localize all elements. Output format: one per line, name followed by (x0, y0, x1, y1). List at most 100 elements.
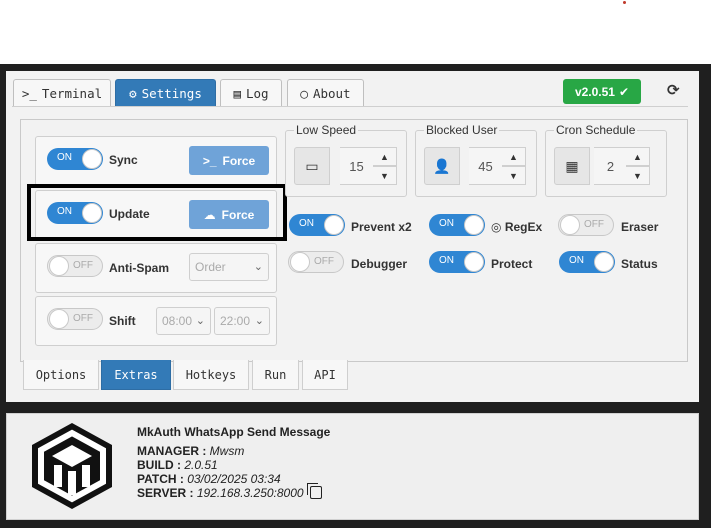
regex-toggle[interactable]: ON (429, 214, 485, 236)
chevron-down-icon: ⌄ (254, 315, 264, 327)
refresh-icon[interactable]: ⟳ (667, 81, 683, 99)
tab-extras[interactable]: Extras (101, 360, 171, 390)
tab-hotkeys[interactable]: Hotkeys (173, 360, 249, 390)
toggle-knob (49, 309, 69, 329)
tab-log[interactable]: ▤ Log (220, 79, 282, 107)
toggle-text: ON (439, 255, 454, 266)
calendar-icon: ▦ (554, 147, 590, 185)
select-value: 22:00 (220, 314, 251, 328)
cron-schedule-value[interactable]: 2 (594, 147, 628, 185)
cron-schedule-up[interactable]: ▲ (626, 147, 650, 166)
toggle-text: OFF (73, 260, 93, 271)
toggle-text: ON (439, 218, 454, 229)
toggle-knob (49, 256, 69, 276)
version-badge[interactable]: v2.0.51 ✔ (563, 79, 641, 104)
comment-icon: ◯ (300, 86, 308, 101)
shift-label: Shift (109, 314, 136, 328)
prevent-x2-toggle[interactable]: ON (289, 214, 345, 236)
server-line: SERVER : 192.168.3.250:8000 (137, 483, 322, 500)
toggle-knob (324, 215, 344, 235)
copy-icon[interactable] (306, 483, 322, 499)
build-line: BUILD : 2.0.51 (137, 458, 218, 472)
server-label: SERVER : (137, 486, 194, 500)
toggle-knob (82, 149, 102, 169)
version-label: v2.0.51 (574, 84, 615, 99)
blocked-user-value[interactable]: 45 (469, 147, 503, 185)
toggle-text: OFF (314, 256, 334, 267)
server-value: 192.168.3.250:8000 (196, 486, 304, 500)
protect-toggle[interactable]: ON (429, 251, 485, 273)
sync-row: ON Sync >_ Force (35, 136, 277, 186)
terminal-icon: >_ (21, 86, 37, 101)
regex-label-text: RegEx (504, 220, 543, 234)
tab-settings[interactable]: ⚙ Settings (115, 79, 216, 107)
toggle-text: ON (299, 218, 314, 229)
eraser-label: Eraser (621, 220, 659, 234)
manager-line: MANAGER : Mwsm (137, 444, 244, 458)
toggle-text: ON (57, 152, 72, 163)
red-dot (623, 1, 626, 4)
sync-label: Sync (109, 153, 138, 167)
status-label: Status (621, 257, 658, 271)
cron-schedule-legend: Cron Schedule (554, 123, 638, 137)
shift-end-select[interactable]: 22:00 ⌄ (214, 307, 270, 335)
chevron-down-icon: ⌄ (195, 315, 205, 327)
mkauth-logo-icon (32, 423, 112, 509)
build-value: 2.0.51 (184, 458, 218, 472)
toggle-text: ON (569, 255, 584, 266)
toggle-knob (464, 252, 484, 272)
tab-label: Terminal (41, 86, 103, 101)
shift-toggle[interactable]: OFF (47, 308, 103, 330)
shift-start-select[interactable]: 08:00 ⌄ (156, 307, 211, 335)
build-label: BUILD : (137, 458, 181, 472)
tab-terminal[interactable]: >_ Terminal (13, 79, 111, 107)
order-select[interactable]: Order ⌄ (189, 253, 269, 281)
toggle-text: OFF (584, 219, 604, 230)
blocked-user-legend: Blocked User (424, 123, 500, 137)
toggle-knob (560, 215, 580, 235)
cogs-icon: ⚙ (129, 86, 137, 101)
tab-about[interactable]: ◯ About (287, 79, 364, 107)
manager-label: MANAGER : (137, 444, 207, 458)
app-title: MkAuth WhatsApp Send Message (137, 425, 331, 439)
highlight-box (27, 184, 287, 241)
prevent-x2-label: Prevent x2 (351, 220, 412, 234)
patch-value: 03/02/2025 03:34 (187, 472, 281, 486)
force-label: Force (222, 153, 256, 168)
protect-label: Protect (491, 257, 533, 271)
shift-row: OFF Shift 08:00 ⌄ 22:00 ⌄ (35, 296, 277, 346)
battery-icon: ▭ (294, 147, 330, 185)
debugger-label: Debugger (351, 257, 408, 271)
low-speed-legend: Low Speed (294, 123, 359, 137)
anti-spam-label: Anti-Spam (109, 261, 169, 275)
toggle-knob (290, 252, 310, 272)
status-toggle[interactable]: ON (559, 251, 615, 273)
select-value: Order (195, 260, 226, 274)
tab-label: Log (245, 86, 269, 101)
low-speed-value[interactable]: 15 (340, 147, 374, 185)
anti-spam-toggle[interactable]: OFF (47, 255, 103, 277)
toggle-text: OFF (73, 313, 93, 324)
patch-label: PATCH : (137, 472, 184, 486)
low-speed-up[interactable]: ▲ (373, 147, 397, 166)
patch-line: PATCH : 03/02/2025 03:34 (137, 472, 281, 486)
tab-options[interactable]: Options (23, 360, 99, 390)
low-speed-down[interactable]: ▼ (373, 166, 397, 185)
sync-force-button[interactable]: >_ Force (189, 146, 269, 175)
tab-api[interactable]: API (302, 360, 348, 390)
cron-schedule-down[interactable]: ▼ (626, 166, 650, 185)
blocked-user-down[interactable]: ▼ (502, 166, 526, 185)
sync-toggle[interactable]: ON (47, 148, 103, 170)
eraser-toggle[interactable]: OFF (558, 214, 614, 236)
tab-run[interactable]: Run (252, 360, 299, 390)
tab-label: Settings (141, 86, 202, 101)
whatsapp-icon: ◎ (491, 220, 502, 234)
blocked-user-up[interactable]: ▲ (502, 147, 526, 166)
list-icon: ▤ (233, 86, 241, 101)
debugger-toggle[interactable]: OFF (288, 251, 344, 273)
anti-spam-row: OFF Anti-Spam Order ⌄ (35, 243, 277, 293)
check-icon: ✔ (618, 84, 630, 99)
regex-label: ◎ RegEx (491, 220, 542, 234)
chevron-down-icon: ⌄ (253, 261, 263, 273)
terminal-icon: >_ (202, 153, 217, 168)
